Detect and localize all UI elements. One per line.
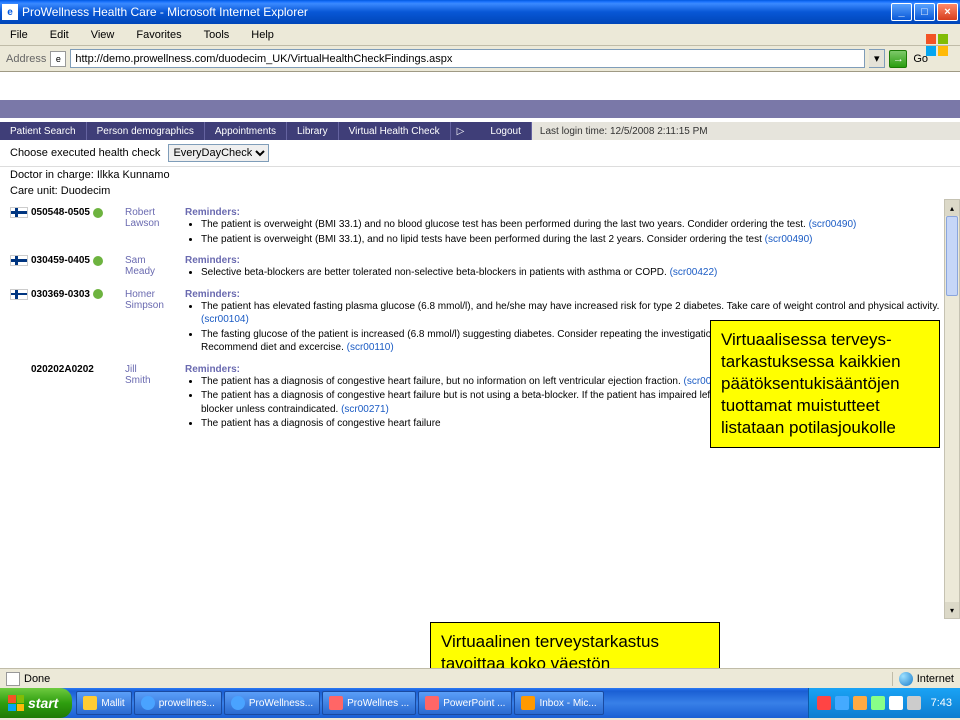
- task-icon: [141, 696, 155, 710]
- tray-icon[interactable]: [835, 696, 849, 710]
- address-bar: Address e http://demo.prowellness.com/du…: [0, 46, 960, 72]
- status-dot-icon: [93, 289, 103, 299]
- flag-icon: [10, 207, 28, 218]
- annotation-note-1: Virtuaalisessa terveys-tarkastuksessa ka…: [710, 320, 940, 448]
- reminders-label: Reminders:: [185, 255, 942, 266]
- tray-icon[interactable]: [871, 696, 885, 710]
- app-nav: Patient Search Person demographics Appoi…: [0, 122, 960, 140]
- patient-id[interactable]: 020202A0202: [31, 364, 94, 375]
- nav-patient-search[interactable]: Patient Search: [0, 122, 87, 140]
- page-icon: e: [50, 51, 66, 67]
- reminders-label: Reminders:: [185, 207, 942, 218]
- taskbar-task[interactable]: ProWellness...: [224, 691, 320, 715]
- ie-logo-icon: [918, 26, 956, 64]
- last-login-text: Last login time: 12/5/2008 2:11:15 PM: [532, 122, 960, 140]
- flag-icon: [10, 289, 28, 300]
- nav-arrow-icon[interactable]: ▷: [451, 126, 471, 137]
- patient-name[interactable]: RobertLawson: [125, 207, 185, 229]
- system-tray: 7:43: [808, 688, 960, 718]
- windows-logo-icon: [8, 695, 24, 711]
- taskbar-task[interactable]: Mallit: [76, 691, 131, 715]
- scroll-up-icon[interactable]: ▴: [945, 200, 959, 216]
- taskbar-task[interactable]: ProWellnes ...: [322, 691, 416, 715]
- annotation-note-2: Virtuaalinen terveystarkastus tavoittaa …: [430, 622, 720, 668]
- nav-virtual-health-check[interactable]: Virtual Health Check: [339, 122, 451, 140]
- patient-id[interactable]: 030459-0405: [31, 255, 90, 266]
- reminders-label: Reminders:: [185, 289, 942, 300]
- patient-id[interactable]: 050548-0505: [31, 207, 90, 218]
- security-zone: Internet: [892, 672, 954, 686]
- task-icon: [521, 696, 535, 710]
- taskbar-task[interactable]: prowellnes...: [134, 691, 222, 715]
- menu-view[interactable]: View: [87, 27, 119, 43]
- task-icon: [425, 696, 439, 710]
- flag-icon: [10, 255, 28, 266]
- menu-edit[interactable]: Edit: [46, 27, 73, 43]
- patient-name[interactable]: SamMeady: [125, 255, 185, 277]
- status-bar: Done Internet: [0, 668, 960, 688]
- patient-id[interactable]: 030369-0303: [31, 289, 90, 300]
- taskbar-task[interactable]: PowerPoint ...: [418, 691, 512, 715]
- patient-row: 030459-0405 SamMeadyReminders:Selective b…: [10, 251, 942, 285]
- zone-label: Internet: [917, 673, 954, 685]
- taskbar-clock: 7:43: [931, 697, 952, 709]
- address-label: Address: [6, 53, 46, 65]
- task-icon: [231, 696, 245, 710]
- taskbar-tasks: Mallitprowellnes...ProWellness...ProWell…: [76, 691, 807, 715]
- nav-person-demographics[interactable]: Person demographics: [87, 122, 205, 140]
- filter-label: Choose executed health check: [10, 147, 160, 159]
- reminder-item: The patient is overweight (BMI 33.1), an…: [201, 233, 942, 247]
- health-check-select[interactable]: EveryDayCheck: [168, 144, 269, 162]
- tray-icon[interactable]: [889, 696, 903, 710]
- maximize-button[interactable]: □: [914, 3, 935, 21]
- patient-row: 050548-0505RobertLawsonReminders:The pat…: [10, 203, 942, 251]
- menu-help[interactable]: Help: [247, 27, 278, 43]
- tray-icon[interactable]: [907, 696, 921, 710]
- window-title: ProWellness Health Care - Microsoft Inte…: [22, 5, 891, 19]
- status-dot-icon: [93, 208, 103, 218]
- patient-name[interactable]: JillSmith: [125, 364, 185, 386]
- menu-bar: File Edit View Favorites Tools Help: [0, 24, 960, 46]
- close-button[interactable]: ×: [937, 3, 958, 21]
- page-content: Patient Search Person demographics Appoi…: [0, 72, 960, 668]
- nav-appointments[interactable]: Appointments: [205, 122, 287, 140]
- nav-logout[interactable]: Logout: [480, 122, 532, 140]
- task-icon: [329, 696, 343, 710]
- status-text: Done: [24, 673, 50, 685]
- tray-icon[interactable]: [817, 696, 831, 710]
- task-icon: [83, 696, 97, 710]
- scroll-thumb[interactable]: [946, 216, 958, 296]
- globe-icon: [899, 672, 913, 686]
- address-dropdown-icon[interactable]: ▾: [869, 49, 885, 68]
- menu-tools[interactable]: Tools: [200, 27, 234, 43]
- vertical-scrollbar[interactable]: ▴ ▾: [944, 199, 960, 619]
- taskbar: start Mallitprowellnes...ProWellness...P…: [0, 688, 960, 718]
- reminder-item: Selective beta-blockers are better toler…: [201, 266, 942, 280]
- nav-library[interactable]: Library: [287, 122, 339, 140]
- window-titlebar: e ProWellness Health Care - Microsoft In…: [0, 0, 960, 24]
- patient-name[interactable]: HomerSimpson: [125, 289, 185, 311]
- menu-file[interactable]: File: [6, 27, 32, 43]
- taskbar-task[interactable]: Inbox - Mic...: [514, 691, 603, 715]
- status-dot-icon: [93, 256, 103, 266]
- address-input[interactable]: http://demo.prowellness.com/duodecim_UK/…: [70, 49, 865, 68]
- menu-favorites[interactable]: Favorites: [132, 27, 185, 43]
- doctor-info: Doctor in charge: Ilkka Kunnamo: [0, 167, 960, 183]
- tray-icon[interactable]: [853, 696, 867, 710]
- go-button[interactable]: →: [889, 50, 907, 68]
- start-button[interactable]: start: [0, 688, 72, 718]
- minimize-button[interactable]: _: [891, 3, 912, 21]
- filter-row: Choose executed health check EveryDayChe…: [0, 140, 960, 167]
- app-icon: e: [2, 4, 18, 20]
- care-unit-info: Care unit: Duodecim: [0, 183, 960, 199]
- reminder-item: The patient is overweight (BMI 33.1) and…: [201, 218, 942, 232]
- status-page-icon: [6, 672, 20, 686]
- scroll-down-icon[interactable]: ▾: [945, 602, 959, 618]
